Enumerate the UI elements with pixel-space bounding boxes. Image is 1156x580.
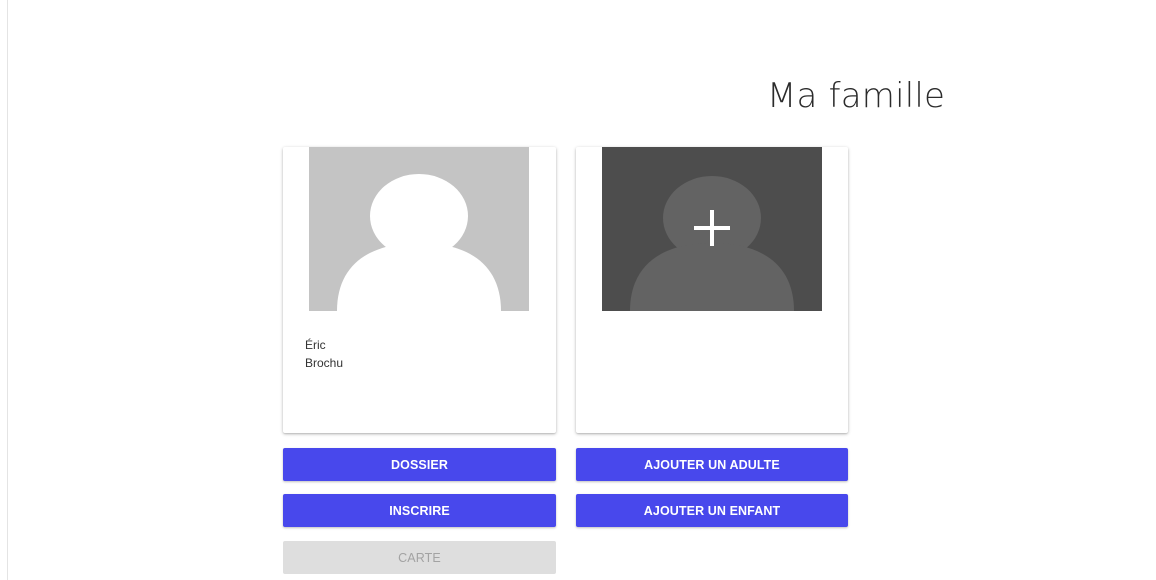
person-placeholder-icon bbox=[309, 147, 529, 311]
add-person-icon[interactable] bbox=[602, 147, 822, 311]
member-first-name: Éric bbox=[305, 338, 326, 352]
inscrire-button[interactable]: INSCRIRE bbox=[283, 494, 556, 527]
left-border bbox=[7, 0, 8, 580]
dossier-button[interactable]: DOSSIER bbox=[283, 448, 556, 481]
page-title: Ma famille bbox=[767, 76, 946, 116]
add-child-button[interactable]: AJOUTER UN ENFANT bbox=[576, 494, 848, 527]
member-name: Éric Brochu bbox=[305, 336, 343, 372]
member-card[interactable]: Éric Brochu bbox=[283, 147, 556, 433]
carte-button[interactable]: CARTE bbox=[283, 541, 556, 574]
member-last-name: Brochu bbox=[305, 356, 344, 370]
add-member-card[interactable] bbox=[576, 147, 848, 433]
add-adult-button[interactable]: AJOUTER UN ADULTE bbox=[576, 448, 848, 481]
